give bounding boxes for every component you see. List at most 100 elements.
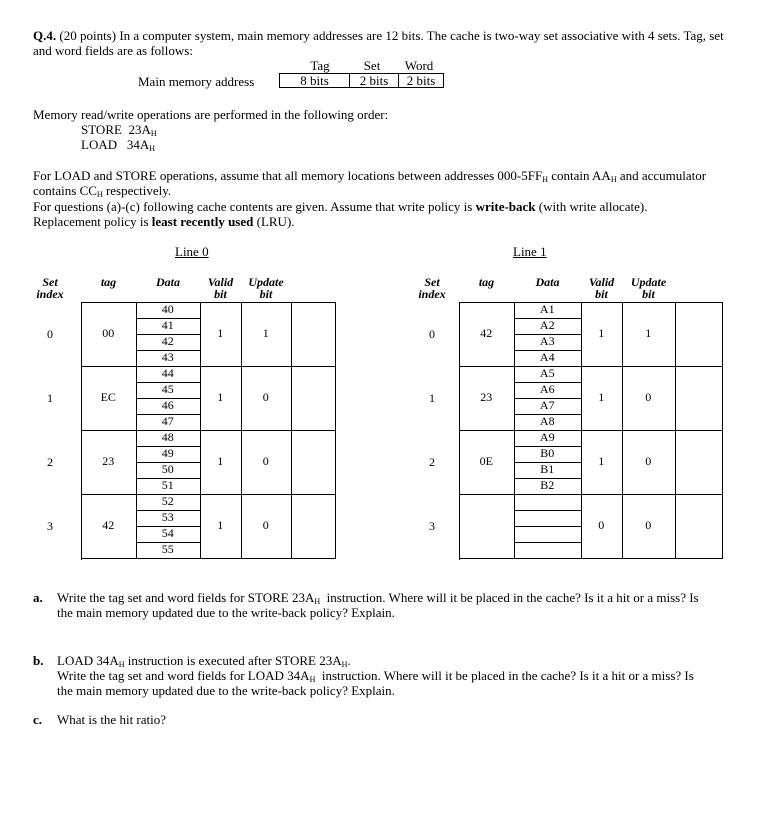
data-word-cell: A7 (513, 397, 582, 415)
assumption-text: contain AA (547, 168, 611, 183)
data-word-cell: A6 (513, 381, 582, 399)
operation-store-op: STORE (81, 122, 122, 137)
question-text: the main memory updated due to the write… (57, 683, 395, 698)
header-data-text: Data (535, 275, 560, 289)
valid-bit-cell: 1 (580, 301, 623, 367)
header-tag-text: tag (100, 275, 117, 289)
data-word-cell: 55 (135, 541, 201, 559)
data-word-cell: A1 (513, 301, 582, 319)
data-word-cell: 54 (135, 525, 201, 543)
data-word-cell: B1 (513, 461, 582, 479)
valid-bit-cell: 1 (580, 429, 623, 495)
data-word-cell: B2 (513, 477, 582, 495)
header-tag: tag (457, 276, 517, 288)
update-bit-cell: 0 (240, 493, 292, 559)
data-word-cell: 49 (135, 445, 201, 463)
tag-cell (458, 493, 515, 559)
data-word-cell: 45 (135, 381, 201, 399)
question-c-text: What is the hit ratio? (57, 712, 167, 727)
data-word-cell: 42 (135, 333, 201, 351)
data-word-cell: B0 (513, 445, 582, 463)
blank-cell (674, 301, 723, 367)
field-box-word: 2 bits (398, 73, 444, 88)
question-text: LOAD 34A (57, 653, 119, 668)
header-update-bit-text: bit (259, 287, 273, 301)
set-index: 1 (429, 391, 435, 405)
tag-cell: 23 (80, 429, 137, 495)
data-word-cell: 43 (135, 349, 201, 367)
header-set-index-text: index (36, 287, 64, 301)
header-data: Data (518, 276, 578, 288)
data-word-cell: A5 (513, 365, 582, 383)
data-word-cell: 51 (135, 477, 201, 495)
question-text: Write the tag set and word fields for LO… (57, 668, 310, 683)
question-b-text: LOAD 34AH instruction is executed after … (57, 653, 737, 698)
data-word-cell (513, 493, 582, 511)
assumption-text: respectively. (102, 183, 172, 198)
operation-store-addr: 23A (128, 122, 151, 137)
header-set-index: Set index (402, 276, 462, 300)
write-policy-term: write-back (475, 199, 536, 214)
line0-title: Line 0 (175, 244, 209, 259)
valid-bit-cell: 1 (199, 301, 242, 367)
tag-cell: 23 (458, 365, 515, 431)
header-update-bit-text: bit (642, 287, 655, 301)
question-a-label: a. (33, 590, 43, 605)
data-word-cell: A2 (513, 317, 582, 335)
question-intro-text: (20 points) In a computer system, main m… (33, 28, 724, 58)
assumption-text: (with write allocate). (535, 199, 648, 214)
data-word-cell: 40 (135, 301, 201, 319)
blank-cell (674, 429, 723, 495)
update-bit-cell: 0 (240, 429, 292, 495)
header-update-bit: Update bit (236, 276, 296, 300)
blank-cell (290, 493, 336, 559)
operation-load-op: LOAD (81, 137, 118, 152)
update-bit-cell: 0 (621, 365, 676, 431)
operation-store: STORE 23AH (81, 122, 157, 138)
question-text: instruction. Where will it be placed in … (320, 590, 699, 605)
set-index: 2 (47, 455, 53, 469)
field-box-tag: 8 bits (279, 73, 350, 88)
tag-cell: 42 (458, 301, 515, 367)
question-c-label: c. (33, 712, 43, 727)
valid-bit-cell: 0 (580, 493, 623, 559)
update-bit-cell: 0 (621, 493, 676, 559)
line1-title: Line 1 (513, 244, 547, 259)
assumption-write-policy: For questions (a)-(c) following cache co… (33, 199, 743, 214)
data-word-cell: A3 (513, 333, 582, 351)
field-box-set: 2 bits (349, 73, 399, 88)
assumption-text: (LRU). (253, 214, 295, 229)
header-set-index-text: index (418, 287, 446, 301)
data-word-cell: A4 (513, 349, 582, 367)
set-index: 3 (429, 519, 435, 533)
data-word-cell (513, 525, 582, 543)
set-index: 3 (47, 519, 53, 533)
question-intro: Q.4. (20 points) In a computer system, m… (33, 28, 743, 58)
data-word-cell: 53 (135, 509, 201, 527)
replacement-policy-term: least recently used (151, 214, 254, 229)
data-word-cell (513, 509, 582, 527)
field-header-set: Set (363, 58, 381, 73)
header-tag: tag (79, 276, 139, 288)
header-data-text: Data (156, 275, 180, 289)
data-word-cell: 52 (135, 493, 201, 511)
field-header-word: Word (404, 58, 434, 73)
question-text: instruction is executed after STORE 23A (124, 653, 342, 668)
tag-cell: 00 (80, 301, 137, 367)
assumption-replacement-policy: Replacement policy is least recently use… (33, 214, 743, 229)
operation-load-addr: 34A (126, 137, 150, 152)
valid-bit-cell: 1 (580, 365, 623, 431)
tag-cell: 0E (458, 429, 515, 495)
data-word-cell: 41 (135, 317, 201, 335)
data-word-cell: 50 (135, 461, 201, 479)
field-header-tag: Tag (310, 58, 330, 73)
data-word-cell: A9 (513, 429, 582, 447)
set-index: 0 (47, 327, 53, 341)
question-b-label: b. (33, 653, 44, 668)
question-text: Write the tag set and word fields for ST… (57, 590, 315, 605)
valid-bit-cell: 1 (199, 365, 242, 431)
assumption-memory-contents: For LOAD and STORE operations, assume th… (33, 168, 743, 199)
tag-cell: EC (80, 365, 137, 431)
update-bit-cell: 0 (621, 429, 676, 495)
cache-grid: 42 A1 A2 A3 A4 1 1 23 A5 A6 A7 A8 1 0 0E A9 B0 B1 B2 1 0 0 0 (458, 301, 723, 560)
